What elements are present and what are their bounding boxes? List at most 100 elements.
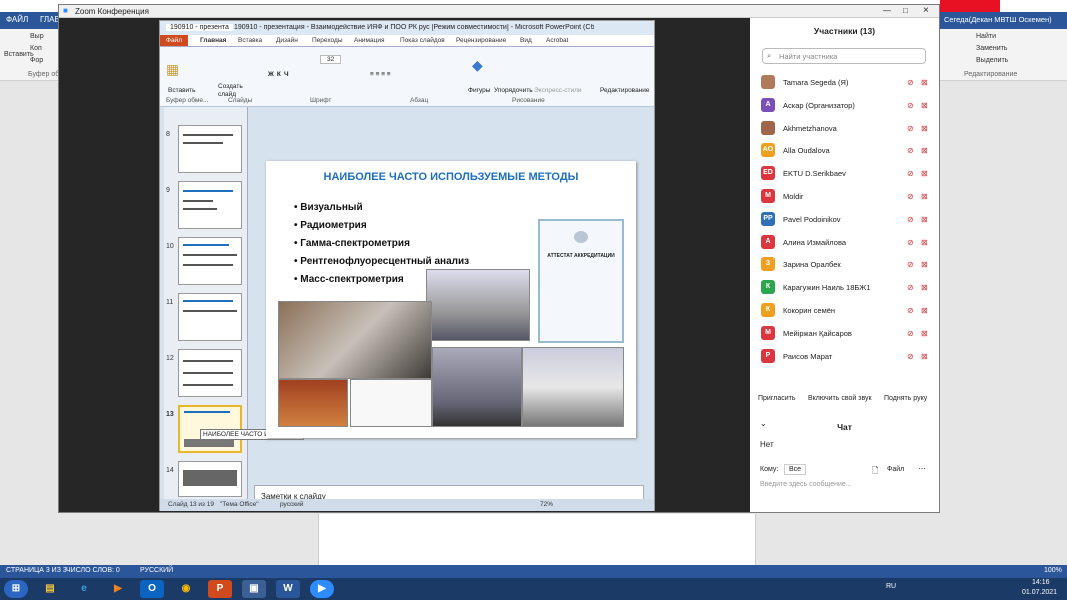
ppt-tab-slideshow[interactable]: Показ слайдов xyxy=(400,37,445,44)
close-icon[interactable]: × xyxy=(923,5,929,16)
mic-muted-icon: ⊘ xyxy=(907,260,914,270)
ppt-quick-styles-button[interactable]: Экспресс-стили xyxy=(534,87,582,94)
word-icon[interactable]: W xyxy=(276,580,300,598)
slides-group-label: Слайды xyxy=(228,97,253,104)
ppt-tab-insert[interactable]: Вставка xyxy=(238,37,262,44)
word-cut[interactable]: Выр xyxy=(30,33,44,40)
participant-name: Moldir xyxy=(783,192,804,201)
word-select-button[interactable]: Выделить xyxy=(976,57,1008,64)
participant-row[interactable]: К Кокорин семён ⊘ ⊠ xyxy=(750,301,939,323)
word-format-painter[interactable]: Фор xyxy=(30,57,43,64)
slide-thumbnail[interactable] xyxy=(178,349,242,397)
minimize-icon[interactable]: — xyxy=(883,6,891,15)
current-slide[interactable]: НАИБОЛЕЕ ЧАСТО ИСПОЛЬЗУЕМЫЕ МЕТОДЫ Визуа… xyxy=(266,161,636,438)
zoom-icon[interactable]: ▶ xyxy=(310,580,334,598)
participant-search-input[interactable]: ⌕ Найти участника xyxy=(762,48,926,64)
chrome-icon[interactable]: ◉ xyxy=(174,580,198,598)
participant-row[interactable]: З Зарина Оралбек ⊘ ⊠ xyxy=(750,255,939,277)
mic-muted-icon: ⊘ xyxy=(907,351,914,361)
ppt-shapes-button[interactable]: Фигуры xyxy=(468,87,490,94)
participant-row[interactable]: Р Раисов Марат ⊘ ⊠ xyxy=(750,347,939,369)
thumb-number: 10 xyxy=(166,243,174,250)
thumb-number: 9 xyxy=(166,187,170,194)
unmute-button[interactable]: Включить свой звук xyxy=(808,395,872,409)
paragraph-icons[interactable]: ≡ ≡ ≡ ≡ xyxy=(370,71,391,78)
word-tab-file[interactable]: ФАЙЛ xyxy=(6,15,28,24)
chat-message-input[interactable]: Введите здесь сообщение... xyxy=(760,481,852,488)
ppt-tab-review[interactable]: Рецензирование xyxy=(456,37,506,44)
app-icon[interactable]: ▣ xyxy=(242,580,266,598)
slide-thumbnail[interactable] xyxy=(178,237,242,285)
slide-thumbnail[interactable] xyxy=(178,181,242,229)
participant-name: Аскар (Организатор) xyxy=(783,100,855,110)
participant-row[interactable]: PP Pavel Podoinikov ⊘ ⊠ xyxy=(750,210,939,232)
video-off-icon: ⊠ xyxy=(921,260,928,270)
outlook-icon[interactable]: O xyxy=(140,580,164,598)
avatar: К xyxy=(761,303,775,317)
avatar xyxy=(761,120,775,135)
participant-name: Карагужин Наиль 18БЖ1 xyxy=(783,283,871,293)
slide-thumbnail[interactable] xyxy=(178,293,242,341)
seal-icon xyxy=(574,231,588,243)
powerpoint-icon[interactable]: P xyxy=(208,580,232,598)
video-off-icon: ⊠ xyxy=(921,237,928,247)
ppt-tabs: Файл Главная Вставка Дизайн Переходы Ани… xyxy=(160,35,654,47)
participant-row[interactable]: Akhmetzhanova ⊘ ⊠ xyxy=(750,119,939,141)
word-status-bar: СТРАНИЦА 3 ИЗ 3 ЧИСЛО СЛОВ: 0 РУССКИЙ 10… xyxy=(0,565,1067,578)
lab-photo xyxy=(278,301,432,379)
ppt-tab-home[interactable]: Главная xyxy=(200,37,226,44)
thumb-number: 14 xyxy=(166,467,174,474)
participant-row[interactable]: AO Alla Oudalova ⊘ ⊠ xyxy=(750,141,939,163)
paste-icon: ▦ xyxy=(166,61,180,77)
ppt-tab-file[interactable]: Файл xyxy=(160,35,188,46)
tray-time[interactable]: 14:16 xyxy=(1032,579,1050,586)
chat-file-button[interactable]: Файл xyxy=(887,466,904,473)
participant-row[interactable]: Tamara Segeda (Я) ⊘ ⊠ xyxy=(750,73,939,95)
mic-muted-icon: ⊘ xyxy=(907,328,914,338)
raise-hand-button[interactable]: Поднять руку xyxy=(884,395,927,409)
chat-recipient-select[interactable]: Все xyxy=(784,464,807,475)
ppt-paste-button[interactable]: Вставить xyxy=(168,87,196,94)
participant-row[interactable]: К Карагужин Наиль 18БЖ1 ⊘ ⊠ xyxy=(750,278,939,300)
maximize-icon[interactable]: □ xyxy=(903,6,908,15)
word-replace-button[interactable]: Заменить xyxy=(976,45,1007,52)
word-tab-home[interactable]: ГЛАВ xyxy=(40,15,60,24)
tray-date[interactable]: 01.07.2021 xyxy=(1022,589,1057,596)
ppt-zoom-level[interactable]: 72% xyxy=(540,501,553,508)
word-user-name: Сегеда(Декан МВТШ Оскемен) xyxy=(944,15,1052,24)
invite-button[interactable]: Пригласить xyxy=(758,395,795,409)
slide-thumbnail[interactable] xyxy=(178,461,242,497)
ppt-tab-acrobat[interactable]: Acrobat xyxy=(546,37,568,44)
ppt-tab-transitions[interactable]: Переходы xyxy=(312,37,343,44)
participant-row[interactable]: А Аскар (Организатор) ⊘ ⊠ xyxy=(750,96,939,118)
ppt-editing-button[interactable]: Редактирование xyxy=(600,87,650,94)
participant-row[interactable]: А Алина Измайлова ⊘ ⊠ xyxy=(750,233,939,255)
font-size-box[interactable]: 32 xyxy=(320,55,342,64)
ie-icon[interactable]: e xyxy=(72,580,96,598)
word-find-button[interactable]: Найти xyxy=(976,33,996,40)
participant-row[interactable]: M Moldir ⊘ ⊠ xyxy=(750,187,939,209)
video-off-icon: ⊠ xyxy=(921,169,928,179)
explorer-icon[interactable]: ▤ xyxy=(38,580,62,598)
slide-thumbnails[interactable]: 8 9 10 11 12 13 14 НАИБОЛЕЕ ЧАСТО ИСПОЛЬ… xyxy=(164,107,304,499)
ppt-tab-view[interactable]: Вид xyxy=(520,37,532,44)
slide-thumbnail[interactable] xyxy=(178,125,242,173)
more-icon[interactable]: ⋯ xyxy=(918,464,926,473)
start-button[interactable]: ⊞ xyxy=(4,580,28,598)
participant-name: Раисов Марат xyxy=(783,351,833,361)
search-icon: ⌕ xyxy=(767,51,772,60)
ppt-arrange-button[interactable]: Упорядочить xyxy=(494,87,533,94)
ppt-tab-design[interactable]: Дизайн xyxy=(276,37,298,44)
word-zoom-level[interactable]: 100% xyxy=(1044,567,1062,574)
ppt-doc-tab[interactable]: 190910 - презента xyxy=(166,24,233,31)
participant-row[interactable]: ED EKTU D.Serikbaev ⊘ ⊠ xyxy=(750,164,939,186)
word-page[interactable] xyxy=(318,514,756,565)
media-icon[interactable]: ▶ xyxy=(106,580,130,598)
ppt-tab-animation[interactable]: Анимация xyxy=(354,37,385,44)
zoom-title: Zoom Конференция xyxy=(75,7,149,16)
tray-language[interactable]: RU xyxy=(886,583,896,590)
word-copy[interactable]: Коп xyxy=(30,45,42,52)
font-style-icons[interactable]: ЖКЧ xyxy=(268,71,292,78)
participant-row[interactable]: М Мейіржан Қайсаров ⊘ ⊠ xyxy=(750,324,939,346)
word-close-area[interactable] xyxy=(940,0,1000,12)
